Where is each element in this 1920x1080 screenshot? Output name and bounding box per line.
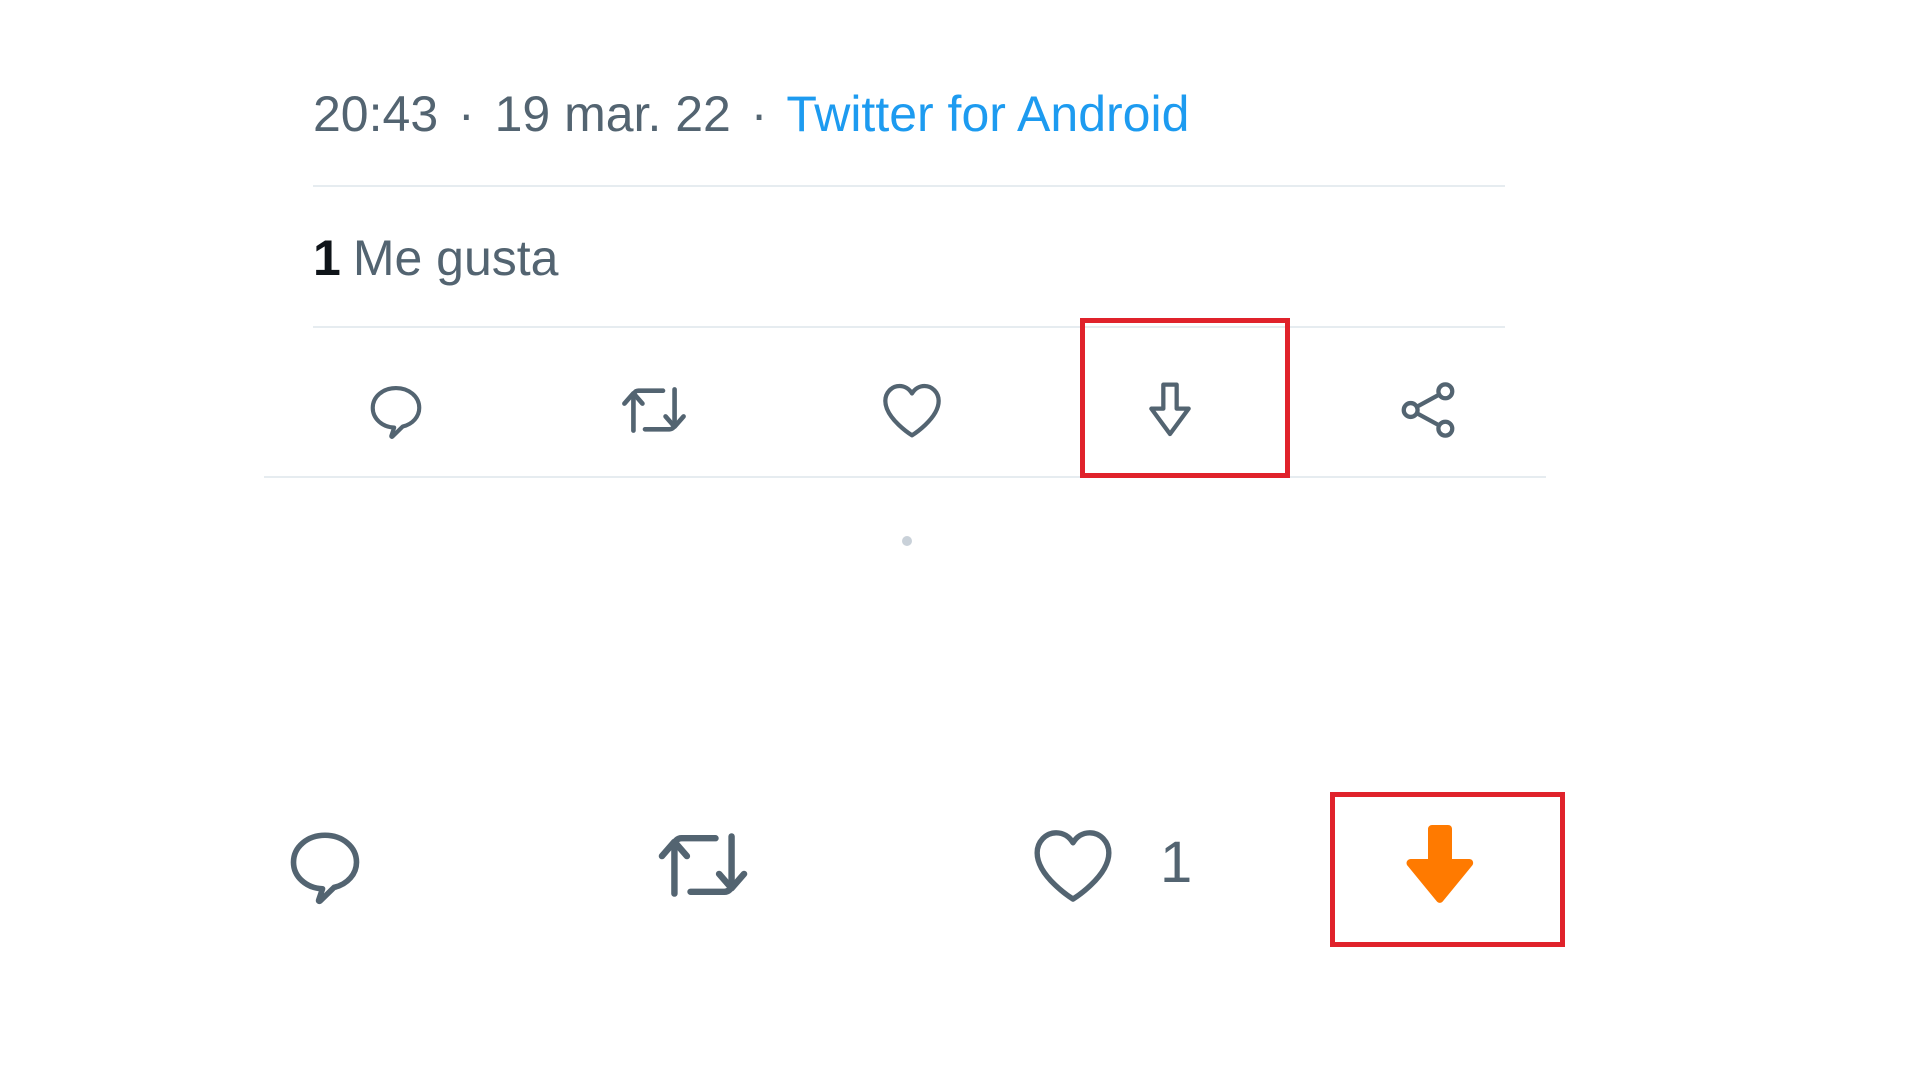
- share-button[interactable]: [1388, 370, 1468, 450]
- divider: [264, 476, 1546, 478]
- like-button[interactable]: [872, 370, 952, 450]
- likes-label: Me gusta: [352, 230, 559, 286]
- reply-button[interactable]: [356, 370, 436, 450]
- separator: ·: [750, 86, 768, 142]
- retweet-button[interactable]: [648, 815, 758, 915]
- divider: [313, 326, 1505, 328]
- tweet-source-link[interactable]: Twitter for Android: [786, 86, 1189, 142]
- divider: [313, 185, 1505, 187]
- retweet-button[interactable]: [614, 370, 694, 450]
- reply-icon: [290, 832, 360, 905]
- tweet-date: 19 mar. 22: [494, 86, 731, 142]
- page-indicator-dot: [902, 536, 912, 546]
- tweet-timestamp-row: 20:43 · 19 mar. 22 · Twitter for Android: [313, 78, 1189, 150]
- tweet-action-bar: [264, 330, 1546, 476]
- reply-icon: [370, 385, 422, 439]
- like-count: 1: [1160, 830, 1193, 895]
- share-icon: [1401, 382, 1455, 438]
- tweet-time: 20:43: [313, 86, 439, 142]
- likes-summary[interactable]: 1 Me gusta: [313, 222, 558, 294]
- likes-count: 1: [313, 230, 341, 286]
- retweet-icon: [658, 833, 748, 897]
- heart-icon: [1034, 830, 1112, 902]
- like-button[interactable]: [1023, 815, 1123, 915]
- retweet-icon: [622, 387, 686, 433]
- reply-button[interactable]: [275, 815, 375, 915]
- heart-icon: [883, 383, 941, 438]
- download-highlight-box: [1330, 792, 1565, 947]
- download-highlight-box: [1080, 318, 1290, 478]
- separator: ·: [458, 86, 475, 142]
